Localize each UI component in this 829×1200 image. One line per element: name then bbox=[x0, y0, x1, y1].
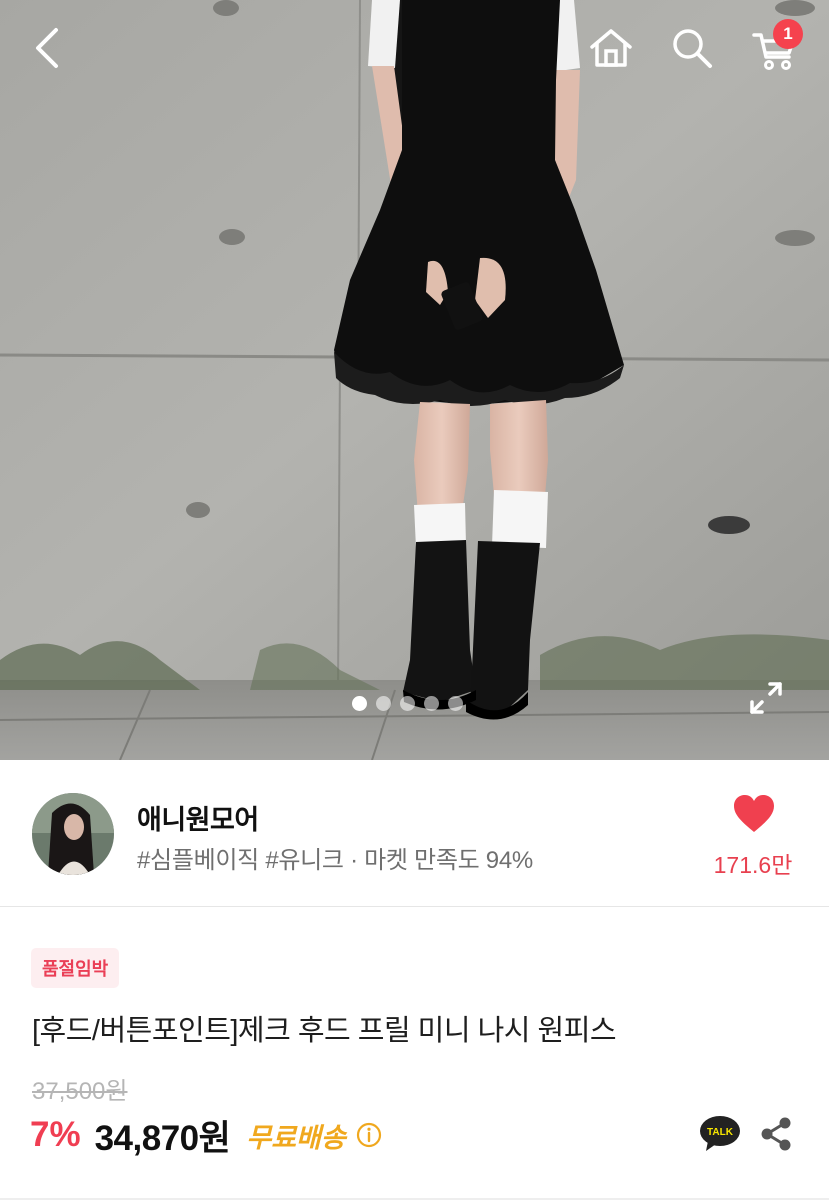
kakao-talk-button[interactable]: TALK bbox=[698, 1114, 742, 1154]
original-price: 37,500원 bbox=[32, 1078, 128, 1105]
chevron-left-icon bbox=[36, 28, 58, 68]
back-button[interactable] bbox=[22, 22, 74, 74]
product-title: [후드/버튼포인트]제크 후드 프릴 미니 나시 원피스 bbox=[32, 1015, 617, 1047]
expand-icon bbox=[750, 682, 782, 714]
pagination-dot[interactable] bbox=[424, 696, 439, 711]
sale-price: 34,870원 bbox=[94, 1118, 231, 1158]
like-count: 171.6만 bbox=[713, 852, 793, 878]
discount-rate: 7% bbox=[30, 1115, 81, 1154]
home-icon bbox=[590, 29, 632, 67]
pagination-dot[interactable] bbox=[448, 696, 463, 711]
avatar-image bbox=[32, 793, 114, 875]
pagination-dot[interactable] bbox=[376, 696, 391, 711]
top-navigation-bar: 1 bbox=[0, 0, 829, 100]
expand-image-button[interactable] bbox=[744, 676, 788, 720]
kakao-talk-icon: TALK bbox=[700, 1116, 740, 1151]
pagination-dot[interactable] bbox=[400, 696, 415, 711]
shop-tags: #심플베이직 #유니크 · 마켓 만족도 94% bbox=[137, 847, 533, 874]
product-photo bbox=[0, 0, 829, 760]
like-button[interactable] bbox=[712, 784, 796, 904]
status-badge: 품절임박 bbox=[31, 948, 120, 988]
cart-count-badge: 1 bbox=[773, 19, 803, 49]
share-icon bbox=[761, 1117, 791, 1151]
talk-label: TALK bbox=[707, 1127, 734, 1138]
shop-name[interactable]: 애니원모어 bbox=[137, 798, 259, 837]
share-button[interactable] bbox=[756, 1114, 796, 1154]
price-row: 7% 34,870원 무료배송 bbox=[30, 1112, 382, 1158]
info-icon[interactable] bbox=[356, 1122, 382, 1148]
section-divider bbox=[0, 906, 829, 907]
gallery-pagination bbox=[352, 696, 463, 711]
home-button[interactable] bbox=[585, 22, 637, 74]
product-image-gallery[interactable]: 1 bbox=[0, 0, 829, 760]
search-button[interactable] bbox=[666, 22, 718, 74]
heart-icon bbox=[734, 795, 774, 832]
search-icon bbox=[673, 29, 712, 68]
shop-info-row[interactable]: 애니원모어 #심플베이직 #유니크 · 마켓 만족도 94% 171.6만 bbox=[0, 760, 829, 906]
pagination-dot-active[interactable] bbox=[352, 696, 367, 711]
shop-avatar[interactable] bbox=[32, 793, 114, 875]
free-shipping-label: 무료배송 bbox=[246, 1122, 346, 1153]
